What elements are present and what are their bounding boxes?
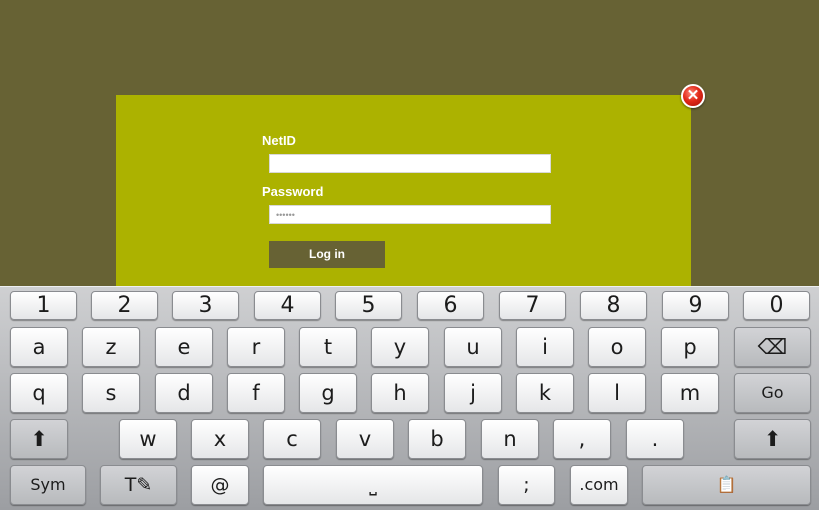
- go-key[interactable]: Go: [734, 373, 811, 413]
- dotcom-key[interactable]: .com: [570, 465, 628, 505]
- space-key[interactable]: ⎵: [263, 465, 483, 505]
- sym-key[interactable]: Sym: [10, 465, 86, 505]
- key-d[interactable]: d: [155, 373, 213, 413]
- netid-input[interactable]: [269, 154, 551, 173]
- shift-right-key[interactable]: ⬆: [734, 419, 811, 459]
- login-dialog: NetID Password Log in: [116, 95, 691, 287]
- login-button[interactable]: Log in: [269, 241, 385, 268]
- key-a[interactable]: a: [10, 327, 68, 367]
- key-l[interactable]: l: [588, 373, 646, 413]
- key-r[interactable]: r: [227, 327, 285, 367]
- key-0[interactable]: 0: [743, 291, 810, 320]
- key-g[interactable]: g: [299, 373, 357, 413]
- key-o[interactable]: o: [588, 327, 646, 367]
- key-u[interactable]: u: [444, 327, 502, 367]
- key-i[interactable]: i: [516, 327, 574, 367]
- key-9[interactable]: 9: [662, 291, 729, 320]
- key-3[interactable]: 3: [172, 291, 239, 320]
- key-j[interactable]: j: [444, 373, 502, 413]
- key-2[interactable]: 2: [91, 291, 158, 320]
- key-p[interactable]: p: [661, 327, 719, 367]
- close-icon[interactable]: ✕: [681, 84, 705, 108]
- semicolon-key[interactable]: ;: [498, 465, 555, 505]
- key-h[interactable]: h: [371, 373, 429, 413]
- key-f[interactable]: f: [227, 373, 285, 413]
- onscreen-keyboard: 1 2 3 4 5 6 7 8 9 0 a z e r t y u i o p …: [0, 286, 819, 510]
- key-z[interactable]: z: [82, 327, 140, 367]
- key-6[interactable]: 6: [417, 291, 484, 320]
- key-b[interactable]: b: [408, 419, 466, 459]
- key-5[interactable]: 5: [335, 291, 402, 320]
- key-e[interactable]: e: [155, 327, 213, 367]
- clipboard-key[interactable]: 📋: [642, 465, 811, 505]
- comma-key[interactable]: ,: [553, 419, 611, 459]
- key-7[interactable]: 7: [499, 291, 566, 320]
- period-key[interactable]: .: [626, 419, 684, 459]
- key-s[interactable]: s: [82, 373, 140, 413]
- key-t[interactable]: t: [299, 327, 357, 367]
- key-n[interactable]: n: [481, 419, 539, 459]
- at-key[interactable]: @: [191, 465, 249, 505]
- key-4[interactable]: 4: [254, 291, 321, 320]
- key-1[interactable]: 1: [10, 291, 77, 320]
- key-w[interactable]: w: [119, 419, 177, 459]
- netid-label: NetID: [262, 133, 296, 148]
- key-v[interactable]: v: [336, 419, 394, 459]
- password-label: Password: [262, 184, 324, 199]
- key-8[interactable]: 8: [580, 291, 647, 320]
- key-q[interactable]: q: [10, 373, 68, 413]
- key-y[interactable]: y: [371, 327, 429, 367]
- backspace-key[interactable]: ⌫: [734, 327, 811, 367]
- key-x[interactable]: x: [191, 419, 249, 459]
- password-input[interactable]: [269, 205, 551, 224]
- handwriting-key[interactable]: T✎: [100, 465, 177, 505]
- key-c[interactable]: c: [263, 419, 321, 459]
- key-k[interactable]: k: [516, 373, 574, 413]
- shift-left-key[interactable]: ⬆: [10, 419, 68, 459]
- key-m[interactable]: m: [661, 373, 719, 413]
